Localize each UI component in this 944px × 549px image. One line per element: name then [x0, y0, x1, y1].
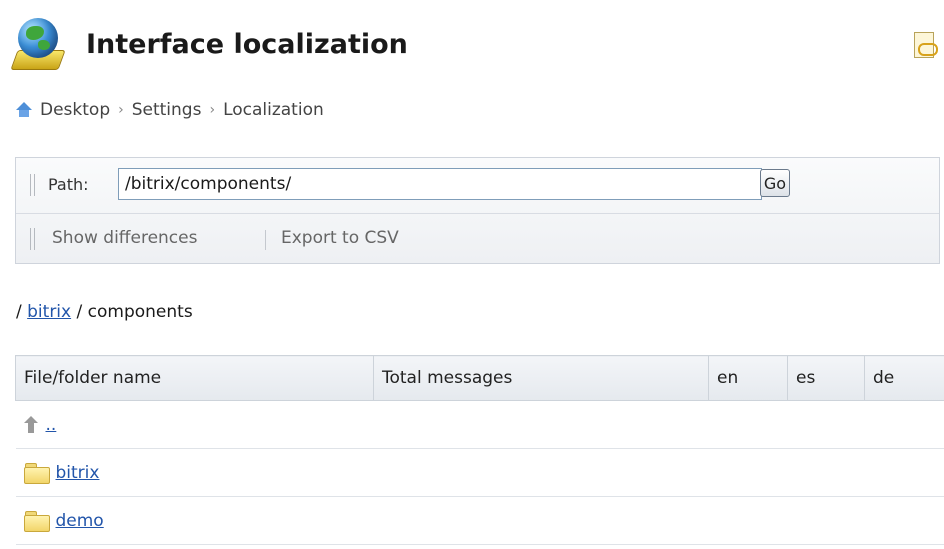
- toolbar-divider: [265, 230, 266, 250]
- folder-icon: [23, 462, 50, 484]
- folder-link-bitrix[interactable]: bitrix: [56, 463, 100, 483]
- path-current: components: [87, 302, 193, 322]
- globe-book-icon: [10, 16, 68, 72]
- breadcrumb-item-desktop[interactable]: Desktop: [40, 100, 110, 120]
- table-cell: bitrix: [15, 448, 944, 497]
- grip-handle: [30, 228, 35, 250]
- breadcrumb-item-settings[interactable]: Settings: [132, 100, 202, 120]
- breadcrumb-item-localization: Localization: [223, 100, 324, 120]
- path-input[interactable]: [118, 168, 762, 200]
- column-header-en[interactable]: en: [708, 355, 788, 401]
- breadcrumb-separator: ›: [209, 102, 216, 118]
- table-row: bitrix: [15, 448, 944, 497]
- table-cell: demo: [15, 496, 944, 545]
- table-cell: ..: [15, 400, 944, 449]
- breadcrumb: Desktop › Settings › Localization: [16, 100, 324, 120]
- page-header: Interface localization: [10, 16, 408, 72]
- show-differences-button[interactable]: Show differences: [52, 228, 197, 248]
- grip-handle: [30, 174, 35, 196]
- column-header-de[interactable]: de: [864, 355, 944, 401]
- toolbar-row: Show differences Export to CSV: [16, 214, 939, 264]
- up-arrow-icon: [23, 415, 38, 434]
- page-title: Interface localization: [86, 28, 408, 60]
- breadcrumb-separator: ›: [118, 102, 124, 118]
- table-row: ..: [15, 400, 944, 449]
- path-separator: /: [76, 302, 83, 322]
- folder-icon: [23, 510, 50, 532]
- table-row: demo: [15, 496, 944, 545]
- column-header-total[interactable]: Total messages: [373, 355, 709, 401]
- home-icon[interactable]: [16, 102, 32, 118]
- link-icon[interactable]: [912, 32, 938, 58]
- parent-folder-link[interactable]: ..: [46, 415, 57, 435]
- filter-panel: Path: Go Show differences Export to CSV: [15, 157, 940, 264]
- path-link-bitrix[interactable]: bitrix: [27, 302, 71, 322]
- table-header-row: File/folder name Total messages en es de: [15, 355, 944, 401]
- path-root: /: [16, 302, 22, 322]
- path-label: Path:: [48, 175, 89, 194]
- column-header-name[interactable]: File/folder name: [15, 355, 374, 401]
- export-csv-button[interactable]: Export to CSV: [281, 228, 399, 248]
- folder-link-demo[interactable]: demo: [56, 511, 104, 531]
- go-button[interactable]: Go: [760, 169, 790, 197]
- files-table: File/folder name Total messages en es de…: [15, 355, 944, 545]
- column-header-es[interactable]: es: [787, 355, 865, 401]
- current-path: / bitrix / components: [16, 302, 193, 322]
- path-row: Path: Go: [16, 158, 939, 214]
